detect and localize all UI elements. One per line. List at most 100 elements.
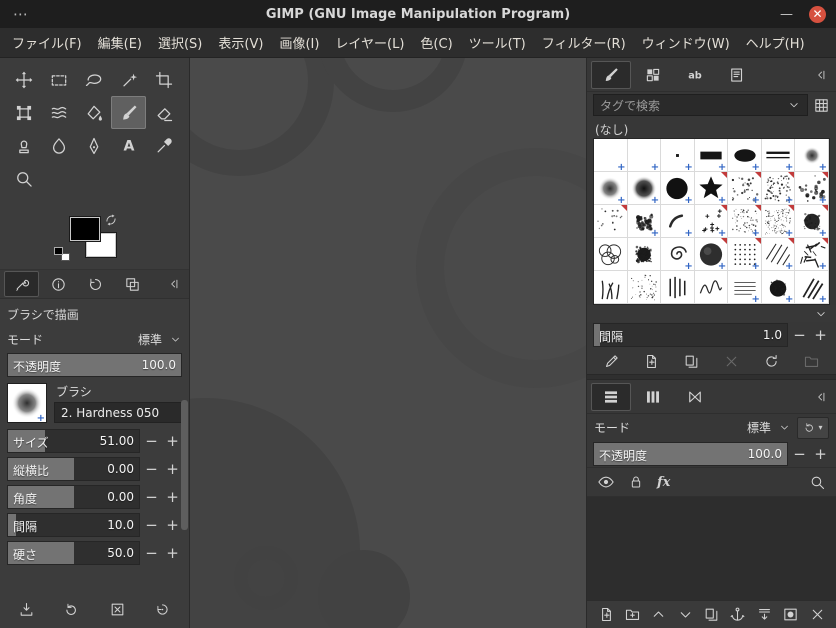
paint-mode-dropdown[interactable]: 標準 (138, 331, 182, 348)
duplicate-brush-button[interactable] (679, 349, 703, 373)
brush-cell-22[interactable] (594, 238, 628, 271)
duplicate-layer-button[interactable] (700, 603, 724, 627)
dock-tab-undo-history[interactable] (78, 271, 113, 297)
active-brush-thumbnail[interactable]: + (7, 383, 47, 423)
brush-cell-12[interactable]: + (728, 172, 762, 205)
foreground-color-swatch[interactable] (70, 217, 100, 241)
tool-fuzzy-select[interactable] (111, 63, 146, 96)
brush-name-field[interactable]: 2. Hardness 050 (54, 402, 182, 423)
delete-tool-preset-button[interactable] (105, 597, 129, 621)
visibility-toggle[interactable] (597, 473, 615, 491)
brush-cell-16[interactable]: + (628, 205, 662, 238)
brush-cell-23[interactable] (628, 238, 662, 271)
brush-spacing-slider[interactable]: 間隔1.0 (593, 323, 788, 347)
tab-document-history[interactable] (717, 61, 757, 89)
scrollbar-thumb[interactable] (181, 400, 188, 530)
canvas[interactable] (190, 58, 586, 628)
brush-cell-17[interactable]: + (661, 205, 695, 238)
size-decrease-button[interactable]: − (142, 429, 161, 453)
close-button[interactable]: ✕ (809, 6, 826, 23)
angle-increase-button[interactable]: + (163, 485, 182, 509)
angle-slider[interactable]: 角度0.00 (7, 485, 140, 509)
tool-paintbrush[interactable] (111, 96, 146, 129)
tab-brushes[interactable] (591, 61, 631, 89)
tool-move[interactable] (6, 63, 41, 96)
brush-cell-11[interactable]: + (695, 172, 729, 205)
menu-layer[interactable]: レイヤー(L) (327, 28, 412, 57)
aspect-ratio-increase-button[interactable]: + (163, 457, 182, 481)
brush-cell-29[interactable] (594, 271, 628, 304)
brush-cell-20[interactable]: + (762, 205, 796, 238)
size-increase-button[interactable]: + (163, 429, 182, 453)
brush-cell-18[interactable]: + (695, 205, 729, 238)
raise-layer-button[interactable] (647, 603, 671, 627)
brush-cell-13[interactable]: + (762, 172, 796, 205)
brush-cell-32[interactable] (695, 271, 729, 304)
brushes-dock-tab-menu-button[interactable] (810, 64, 832, 86)
hardness-slider[interactable]: 硬さ50.0 (7, 541, 140, 565)
brush-cell-28[interactable]: + (795, 238, 829, 271)
spacing-slider[interactable]: 間隔10.0 (7, 513, 140, 537)
brush-view-mode-button[interactable] (813, 97, 830, 114)
brush-cell-10[interactable]: + (661, 172, 695, 205)
menu-filters[interactable]: フィルター(R) (534, 28, 634, 57)
brush-cell-3[interactable]: + (661, 139, 695, 172)
tool-bucket-fill[interactable] (76, 96, 111, 129)
size-slider[interactable]: サイズ51.00 (7, 429, 140, 453)
tool-smudge[interactable] (41, 129, 76, 162)
brush-cell-7[interactable]: + (795, 139, 829, 172)
brush-cell-26[interactable]: + (728, 238, 762, 271)
layers-dock-tab-menu-button[interactable] (810, 386, 832, 408)
brush-cell-8[interactable]: + (594, 172, 628, 205)
swap-colors-button[interactable] (104, 213, 118, 227)
brush-cell-33[interactable]: + (728, 271, 762, 304)
add-layer-mask-button[interactable] (779, 603, 803, 627)
lower-layer-button[interactable] (673, 603, 697, 627)
edit-brush-button[interactable] (599, 349, 623, 373)
anchor-layer-button[interactable] (726, 603, 750, 627)
tab-paths[interactable] (675, 383, 715, 411)
brush-cell-15[interactable] (594, 205, 628, 238)
layer-opacity-slider[interactable]: 不透明度100.0 (593, 442, 788, 466)
layer-mode-switch-button[interactable]: ▾ (797, 417, 829, 439)
spacing-decrease-button[interactable]: − (142, 513, 161, 537)
minimize-button[interactable]: — (780, 8, 793, 21)
layer-effects-button[interactable]: fx (657, 475, 670, 490)
tool-free-select[interactable] (76, 63, 111, 96)
tab-fonts[interactable]: ab (675, 61, 715, 89)
menu-colors[interactable]: 色(C) (412, 28, 460, 57)
hardness-increase-button[interactable]: + (163, 541, 182, 565)
left-dock-tab-menu-button[interactable] (163, 273, 185, 295)
brush-cell-31[interactable] (661, 271, 695, 304)
brush-cell-5[interactable]: + (728, 139, 762, 172)
brush-cell-9[interactable]: + (628, 172, 662, 205)
tool-warp[interactable] (41, 96, 76, 129)
aspect-ratio-decrease-button[interactable]: − (142, 457, 161, 481)
tool-options-scrollbar[interactable] (181, 376, 188, 592)
tag-search-input[interactable]: タグで検索 (593, 94, 808, 116)
menu-help[interactable]: ヘルプ(H) (738, 28, 813, 57)
spacing-increase-button[interactable]: + (163, 513, 182, 537)
brush-cell-30[interactable] (628, 271, 662, 304)
menu-view[interactable]: 表示(V) (210, 28, 271, 57)
default-colors-button[interactable] (54, 247, 70, 261)
tool-text[interactable]: A (111, 129, 146, 162)
menu-tools[interactable]: ツール(T) (461, 28, 534, 57)
tool-color-picker[interactable] (146, 129, 181, 162)
brush-spacing-decrease-button[interactable]: − (790, 323, 809, 347)
new-layer-button[interactable] (594, 603, 618, 627)
brush-cell-19[interactable]: + (728, 205, 762, 238)
tool-crop[interactable] (146, 63, 181, 96)
tag-search-chevron[interactable] (787, 98, 801, 112)
tool-eraser[interactable] (146, 96, 181, 129)
tool-zoom[interactable] (6, 162, 41, 195)
brush-cell-14[interactable]: + (795, 172, 829, 205)
tool-clone[interactable] (6, 129, 41, 162)
opacity-slider[interactable]: 不透明度100.0 (7, 353, 182, 377)
tag-filter-label[interactable]: (なし) (587, 118, 836, 138)
brush-cell-35[interactable]: + (795, 271, 829, 304)
new-brush-button[interactable] (639, 349, 663, 373)
tab-channels[interactable] (633, 383, 673, 411)
layer-mode-dropdown[interactable]: 標準 (747, 419, 791, 436)
reset-tool-options-button[interactable] (151, 597, 175, 621)
